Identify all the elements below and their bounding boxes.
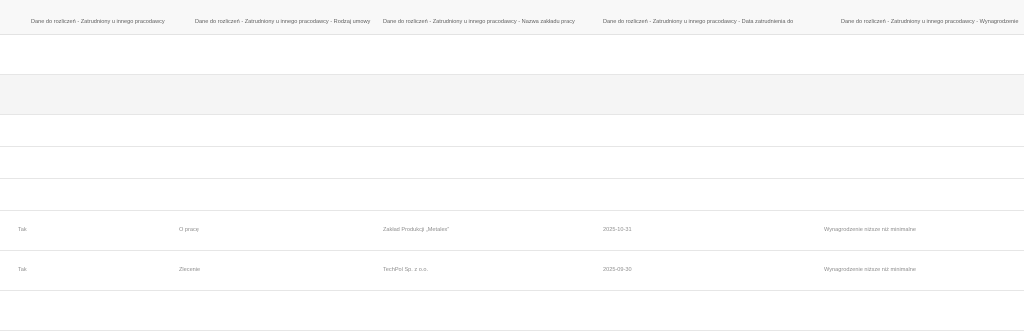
data-table: Dane do rozliczeń - Zatrudniony u innego… [0,0,1024,332]
cell-data-zatrudnienia: 2025-10-31 [603,227,632,233]
table-row[interactable] [0,115,1024,147]
cell-zatrudniony: Tak [18,267,27,273]
table-header: Dane do rozliczeń - Zatrudniony u innego… [0,0,1024,35]
cell-wynagrodzenie: Wynagrodzenie niższe niż minimalne [824,267,916,273]
column-header-nazwa-zakladu[interactable]: Dane do rozliczeń - Zatrudniony u innego… [383,0,575,34]
cell-nazwa-zakladu: TechPol Sp. z o.o. [383,267,429,273]
table-row[interactable]: Tak O pracę Zakład Produkcji „Metalex” 2… [0,211,1024,251]
table-row[interactable] [0,75,1024,115]
table-row[interactable]: Tak Zlecenie TechPol Sp. z o.o. 2025-09-… [0,251,1024,291]
column-header-zatrudniony[interactable]: Dane do rozliczeń - Zatrudniony u innego… [31,0,165,34]
table-row[interactable] [0,35,1024,75]
cell-wynagrodzenie: Wynagrodzenie niższe niż minimalne [824,227,916,233]
cell-rodzaj-umowy: Zlecenie [179,267,201,273]
table-row[interactable] [0,179,1024,211]
table-row[interactable] [0,147,1024,179]
table-row[interactable] [0,291,1024,331]
column-header-wynagrodzenie[interactable]: Dane do rozliczeń - Zatrudniony u innego… [841,0,1019,34]
cell-zatrudniony: Tak [18,227,27,233]
column-header-rodzaj-umowy[interactable]: Dane do rozliczeń - Zatrudniony u innego… [195,0,370,34]
column-header-data-zatrudnienia[interactable]: Dane do rozliczeń - Zatrudniony u innego… [603,0,793,34]
cell-nazwa-zakladu: Zakład Produkcji „Metalex” [383,227,450,233]
cell-rodzaj-umowy: O pracę [179,227,199,233]
cell-data-zatrudnienia: 2025-09-30 [603,267,632,273]
